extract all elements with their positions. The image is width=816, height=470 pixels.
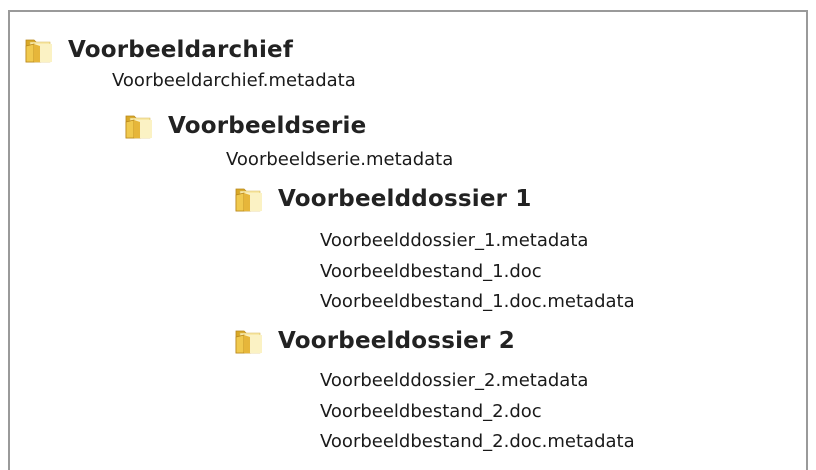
dossier-1-file-label: Voorbeeldbestand_1.doc <box>320 261 542 282</box>
dossier-2-file-label: Voorbeeldbestand_2.doc <box>320 401 542 422</box>
series-folder-label: Voorbeeldserie <box>168 113 367 139</box>
file-item[interactable]: Voorbeeldbestand_2.doc <box>320 401 542 422</box>
folder-icon <box>234 185 264 213</box>
tree-item-dossier-2[interactable]: Voorbeeldossier 2 <box>234 327 515 355</box>
file-item[interactable]: Voorbeelddossier_2.metadata <box>320 370 588 391</box>
tree-item-dossier-1[interactable]: Voorbeelddossier 1 <box>234 185 532 213</box>
archive-folder-label: Voorbeeldarchief <box>68 37 294 63</box>
file-item[interactable]: Voorbeeldbestand_1.doc <box>320 261 542 282</box>
file-item[interactable]: Voorbeeldbestand_2.doc.metadata <box>320 431 635 452</box>
dossier-1-folder-label: Voorbeelddossier 1 <box>278 186 532 212</box>
folder-icon <box>234 327 264 355</box>
series-metadata-file: Voorbeeldserie.metadata <box>226 149 454 170</box>
dossier-1-file-label: Voorbeelddossier_1.metadata <box>320 230 589 251</box>
archive-metadata-file: Voorbeeldarchief.metadata <box>112 70 356 91</box>
dossier-2-file-label: Voorbeelddossier_2.metadata <box>320 370 589 391</box>
folder-tree-panel: Voorbeeldarchief Voorbeeldarchief.metada… <box>8 10 808 470</box>
tree-item-archive-metadata[interactable]: Voorbeeldarchief.metadata <box>112 70 356 91</box>
folder-icon <box>124 112 154 140</box>
dossier-2-folder-label: Voorbeeldossier 2 <box>278 328 515 354</box>
tree-item-series[interactable]: Voorbeeldserie <box>124 112 366 140</box>
file-item[interactable]: Voorbeeldbestand_1.doc.metadata <box>320 291 635 312</box>
folder-icon <box>24 36 54 64</box>
dossier-2-file-label: Voorbeeldbestand_2.doc.metadata <box>320 431 635 452</box>
tree-item-archive[interactable]: Voorbeeldarchief <box>24 36 293 64</box>
tree-item-series-metadata[interactable]: Voorbeeldserie.metadata <box>226 149 453 170</box>
file-item[interactable]: Voorbeelddossier_1.metadata <box>320 230 588 251</box>
dossier-1-file-label: Voorbeeldbestand_1.doc.metadata <box>320 291 635 312</box>
